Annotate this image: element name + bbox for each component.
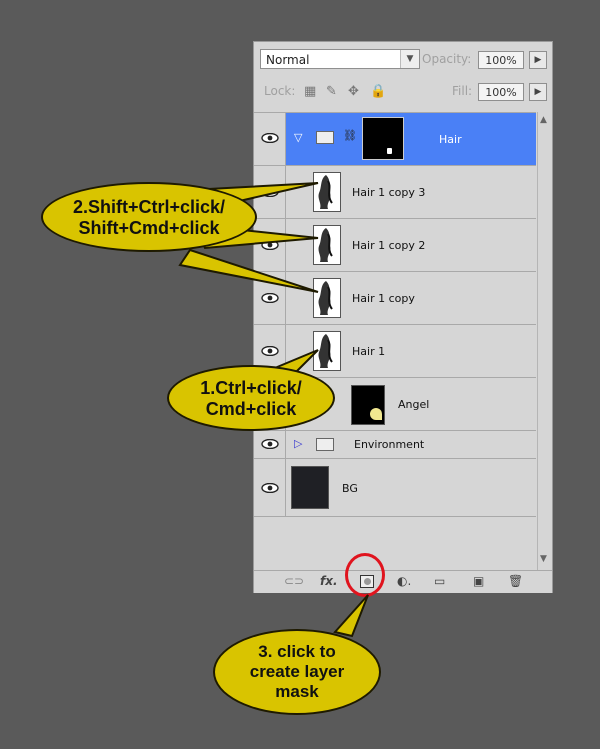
fx-icon[interactable]: fx. bbox=[320, 574, 338, 588]
trash-icon[interactable]: 🗑 bbox=[508, 574, 523, 588]
group-mask-thumbnail bbox=[362, 117, 404, 160]
lock-transparency-icon[interactable]: ▦ bbox=[304, 84, 316, 99]
layer-thumbnail bbox=[313, 225, 341, 265]
layer-row-hair-group[interactable]: ▽ ⛓ Hair bbox=[254, 113, 536, 166]
layer-mask-thumbnail bbox=[351, 385, 385, 425]
blend-mode-value: Normal bbox=[266, 53, 310, 67]
lock-position-move-icon[interactable]: ✥ bbox=[348, 84, 359, 99]
callout-step-2: 2.Shift+Ctrl+click/ Shift+Cmd+click bbox=[41, 182, 257, 252]
lock-pixels-brush-icon[interactable]: ✎ bbox=[326, 84, 337, 99]
layers-bottom-toolbar: ⊂⊃ fx. ◐. ▭ ▣ 🗑 bbox=[254, 570, 552, 593]
chevron-down-icon[interactable]: ▼ bbox=[400, 50, 419, 68]
eye-icon bbox=[261, 439, 279, 449]
fill-label: Fill: bbox=[452, 84, 473, 98]
new-group-icon[interactable]: ▭ bbox=[434, 574, 445, 588]
layer-name: Hair bbox=[439, 133, 462, 146]
scroll-down-arrow-icon[interactable]: ▼ bbox=[540, 554, 547, 564]
collapse-triangle-icon[interactable]: ▷ bbox=[294, 437, 302, 450]
eye-icon bbox=[261, 293, 279, 303]
layers-panel: Normal ▼ Opacity: 100% ▶ Lock: ▦ ✎ ✥ 🔒 F… bbox=[253, 41, 553, 593]
adjustment-icon[interactable]: ◐. bbox=[397, 574, 411, 588]
scrollbar[interactable]: ▲ ▼ bbox=[537, 112, 552, 570]
link-icon[interactable]: ⊂⊃ bbox=[284, 574, 304, 588]
layer-row[interactable]: Hair 1 copy bbox=[254, 272, 536, 325]
lock-label: Lock: bbox=[264, 84, 296, 98]
scroll-up-arrow-icon[interactable]: ▲ bbox=[540, 115, 547, 125]
eye-icon bbox=[261, 240, 279, 250]
layer-thumbnail bbox=[313, 172, 341, 212]
layer-row-environment-group[interactable]: ▷ Environment bbox=[254, 431, 536, 459]
opacity-label: Opacity: bbox=[422, 52, 472, 66]
fill-field[interactable]: 100% bbox=[478, 83, 524, 101]
mask-link-icon[interactable]: ⛓ bbox=[343, 129, 357, 142]
layer-name: BG bbox=[342, 482, 358, 495]
layer-name: Hair 1 bbox=[352, 345, 386, 358]
layer-name: Angel bbox=[398, 398, 430, 411]
layer-row[interactable]: Hair 1 copy 3 bbox=[254, 166, 536, 219]
layer-thumbnail bbox=[313, 331, 341, 371]
expand-triangle-icon[interactable]: ▽ bbox=[294, 131, 302, 144]
visibility-toggle[interactable] bbox=[254, 459, 286, 516]
layer-name: Hair 1 copy 3 bbox=[352, 186, 426, 199]
eye-icon bbox=[261, 187, 279, 197]
eye-icon bbox=[261, 346, 279, 356]
layer-name: Hair 1 copy bbox=[352, 292, 415, 305]
layer-name: Hair 1 copy 2 bbox=[352, 239, 426, 252]
visibility-toggle[interactable] bbox=[254, 431, 286, 458]
callout-pointer bbox=[333, 594, 369, 638]
fill-stepper-arrow[interactable]: ▶ bbox=[529, 83, 547, 101]
visibility-toggle[interactable] bbox=[254, 113, 286, 165]
callout-step-3: 3. click to create layer mask bbox=[213, 629, 381, 715]
folder-icon bbox=[316, 131, 334, 144]
opacity-field[interactable]: 100% bbox=[478, 51, 524, 69]
callout-step-1: 1.Ctrl+click/ Cmd+click bbox=[167, 365, 335, 431]
layer-row[interactable]: BG bbox=[254, 459, 536, 517]
layer-thumbnail bbox=[313, 278, 341, 318]
lock-all-icon[interactable]: 🔒 bbox=[370, 84, 386, 99]
folder-icon bbox=[316, 438, 334, 451]
eye-icon bbox=[261, 483, 279, 493]
layer-list: ▽ ⛓ Hair Hair 1 copy 3 Hair 1 copy 2 Hai… bbox=[254, 112, 536, 571]
blend-mode-select[interactable]: Normal ▼ bbox=[260, 49, 420, 69]
visibility-toggle[interactable] bbox=[254, 166, 286, 218]
visibility-toggle[interactable] bbox=[254, 219, 286, 271]
layer-thumbnail bbox=[291, 466, 329, 509]
eye-icon bbox=[261, 133, 279, 143]
layer-row[interactable]: Hair 1 copy 2 bbox=[254, 219, 536, 272]
highlight-ring bbox=[345, 553, 385, 597]
layer-options-bar: Normal ▼ Opacity: 100% ▶ Lock: ▦ ✎ ✥ 🔒 F… bbox=[254, 42, 552, 112]
new-layer-icon[interactable]: ▣ bbox=[473, 574, 484, 588]
layer-name: Environment bbox=[354, 438, 425, 451]
opacity-stepper-arrow[interactable]: ▶ bbox=[529, 51, 547, 69]
visibility-toggle[interactable] bbox=[254, 272, 286, 324]
